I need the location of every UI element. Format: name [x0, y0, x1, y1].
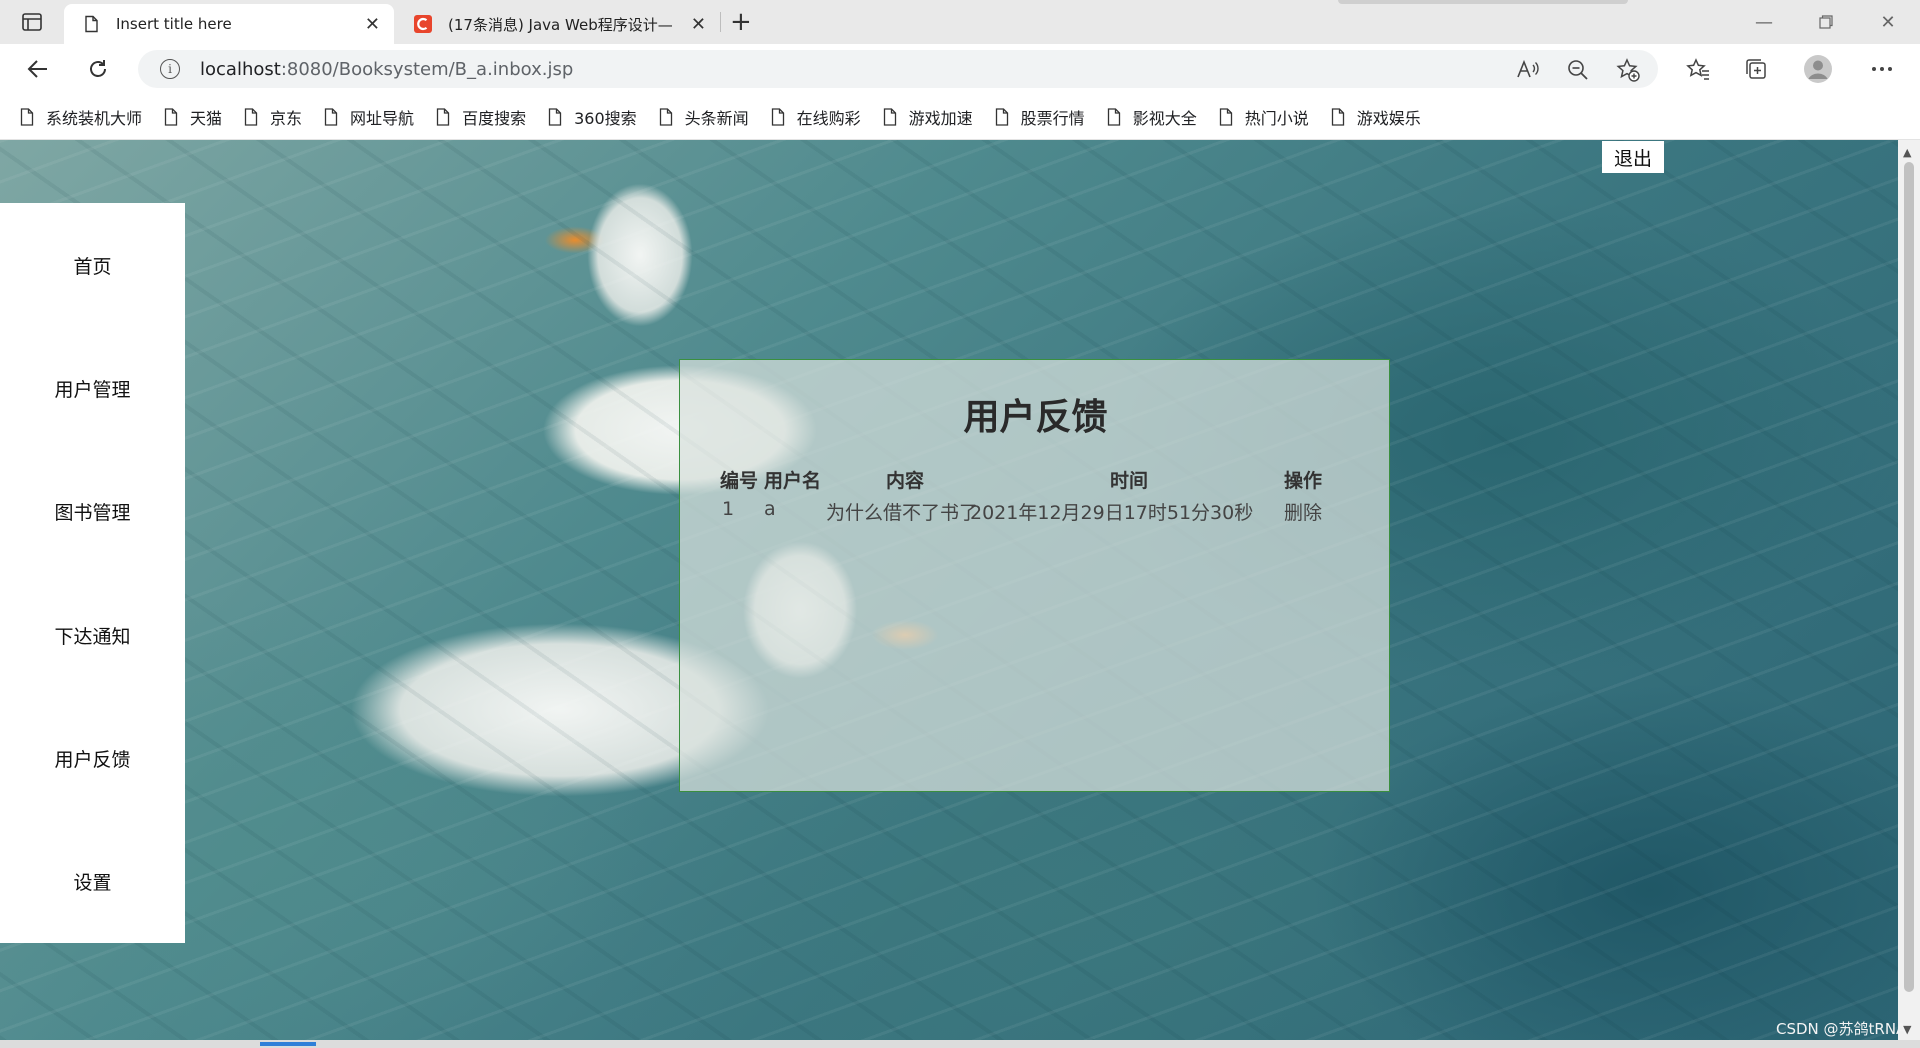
taskbar-indicator	[260, 1042, 316, 1046]
bookmark-label: 影视大全	[1132, 108, 1197, 128]
site-info-icon[interactable]: i	[160, 59, 180, 79]
tab-csdn[interactable]: (17条消息) Java Web程序设计— ✕	[396, 4, 720, 44]
restore-icon[interactable]	[1796, 0, 1856, 44]
more-icon[interactable]	[1864, 52, 1900, 86]
feedback-panel: 用户反馈 编号 用户名 内容 时间 操作 1 a 为什么借不了书了 2021年1…	[679, 359, 1390, 792]
scroll-up-icon[interactable]: ▲	[1903, 146, 1911, 159]
page-scrollbar[interactable]: ▲ ▼	[1898, 140, 1920, 1040]
tab-insert-title[interactable]: Insert title here ✕	[64, 4, 394, 44]
bookmark-label: 京东	[270, 108, 303, 128]
logout-button[interactable]: 退出	[1602, 141, 1664, 173]
watermark: CSDN @苏鸽tRNA	[1776, 1020, 1907, 1038]
bookmark-label: 头条新闻	[684, 108, 749, 128]
page-icon	[436, 107, 450, 126]
bookmark-item[interactable]: 头条新闻	[659, 105, 749, 129]
new-tab-icon[interactable]: +	[730, 8, 752, 36]
page-icon	[1107, 107, 1120, 126]
cell-username: a	[764, 498, 776, 520]
bookmark-label: 网址导航	[350, 108, 415, 128]
column-header-username: 用户名	[764, 470, 822, 492]
bookmark-item[interactable]: 股票行情	[995, 105, 1085, 129]
page-icon	[548, 107, 562, 126]
cell-content: 为什么借不了书了	[826, 502, 979, 524]
bookmark-item[interactable]: 游戏加速	[883, 105, 973, 129]
bookmark-label: 360搜索	[574, 108, 637, 128]
column-header-content: 内容	[886, 470, 925, 492]
page-icon	[1219, 107, 1232, 126]
page-icon	[771, 107, 784, 126]
page-icon	[20, 107, 34, 126]
profile-icon[interactable]	[1800, 52, 1836, 86]
bookmark-label: 百度搜索	[462, 108, 527, 128]
cell-id: 1	[722, 498, 735, 520]
page-icon	[659, 107, 672, 126]
bookmark-label: 在线购彩	[796, 108, 861, 128]
sidebar-item-feedback[interactable]: 用户反馈	[0, 738, 185, 778]
tab-separator	[720, 12, 721, 32]
sidebar-item-book-management[interactable]: 图书管理	[0, 491, 185, 531]
browser-toolbar: i localhost:8080/Booksystem/B_a.inbox.js…	[0, 44, 1920, 94]
tab-search-handle	[1338, 0, 1628, 4]
url-text[interactable]: localhost:8080/Booksystem/B_a.inbox.jsp	[200, 59, 573, 80]
csdn-icon	[414, 15, 432, 33]
back-icon[interactable]	[20, 52, 56, 86]
column-header-id: 编号	[720, 470, 759, 492]
page-icon	[883, 107, 896, 126]
bookmark-item[interactable]: 游戏娱乐	[1331, 105, 1421, 129]
sidebar-item-notifications[interactable]: 下达通知	[0, 615, 185, 655]
taskbar-strip	[0, 1040, 1920, 1048]
favorites-icon[interactable]	[1680, 52, 1716, 86]
page-icon	[1331, 107, 1344, 126]
sidebar-item-home[interactable]: 首页	[0, 245, 185, 285]
page-viewport: 退出 首页 用户管理 图书管理 下达通知 用户反馈 设置 用户反馈 编号 用户名…	[0, 140, 1898, 1040]
tab-title: Insert title here	[116, 15, 232, 33]
column-header-action: 操作	[1284, 470, 1323, 492]
bookmark-item[interactable]: 系统装机大师	[20, 105, 142, 129]
sidebar: 首页 用户管理 图书管理 下达通知 用户反馈 设置	[0, 203, 185, 943]
bookmark-label: 游戏加速	[908, 108, 973, 128]
tab-strip: Insert title here ✕ (17条消息) Java Web程序设计…	[0, 0, 1920, 44]
close-tab-icon[interactable]: ✕	[365, 14, 380, 35]
page-icon	[164, 107, 178, 126]
page-icon	[324, 107, 338, 126]
sidebar-item-settings[interactable]: 设置	[0, 861, 185, 901]
page-icon	[244, 107, 258, 126]
table-header: 编号 用户名 内容 时间 操作	[720, 466, 1360, 498]
bookmark-label: 股票行情	[1020, 108, 1085, 128]
bookmark-item[interactable]: 天猫	[164, 105, 222, 129]
sidebar-item-user-management[interactable]: 用户管理	[0, 368, 185, 408]
page-title: 用户反馈	[963, 397, 1108, 438]
zoom-out-icon[interactable]	[1564, 56, 1592, 84]
bookmark-item[interactable]: 360搜索	[548, 105, 637, 129]
close-window-icon[interactable]: ✕	[1858, 0, 1918, 44]
bookmark-label: 天猫	[190, 108, 223, 128]
scroll-thumb[interactable]	[1904, 162, 1914, 992]
page-icon	[85, 15, 98, 33]
page-icon	[995, 107, 1008, 126]
tab-title: (17条消息) Java Web程序设计—	[448, 15, 673, 34]
tab-actions-icon[interactable]	[14, 10, 50, 34]
bookmark-label: 系统装机大师	[46, 108, 143, 128]
bookmark-label: 游戏娱乐	[1356, 108, 1421, 128]
bookmark-item[interactable]: 在线购彩	[771, 105, 861, 129]
cell-time: 2021年12月29日17时51分30秒	[970, 502, 1254, 524]
add-favorite-icon[interactable]	[1614, 56, 1642, 84]
delete-link[interactable]: 删除	[1284, 498, 1322, 525]
bookmark-item[interactable]: 网址导航	[324, 105, 414, 129]
read-aloud-icon[interactable]	[1514, 56, 1542, 84]
close-tab-icon[interactable]: ✕	[691, 14, 706, 35]
bookmark-item[interactable]: 热门小说	[1219, 105, 1309, 129]
bookmark-item[interactable]: 百度搜索	[436, 105, 526, 129]
refresh-icon[interactable]	[80, 52, 116, 86]
table-row: 1 a 为什么借不了书了 2021年12月29日17时51分30秒 删除	[720, 498, 1360, 530]
bookmarks-bar: 系统装机大师 天猫 京东 网址导航 百度搜索 360搜索 头条新闻 在线购彩 游戏加速 股票行情 影…	[0, 94, 1920, 140]
collections-icon[interactable]	[1738, 52, 1774, 86]
feedback-table: 编号 用户名 内容 时间 操作 1 a 为什么借不了书了 2021年12月29日…	[720, 466, 1360, 530]
minimize-icon[interactable]: —	[1734, 0, 1794, 44]
bookmark-item[interactable]: 影视大全	[1107, 105, 1197, 129]
address-bar[interactable]: i localhost:8080/Booksystem/B_a.inbox.js…	[138, 50, 1658, 88]
bookmark-label: 热门小说	[1244, 108, 1309, 128]
bookmark-item[interactable]: 京东	[244, 105, 302, 129]
column-header-time: 时间	[1110, 470, 1149, 492]
